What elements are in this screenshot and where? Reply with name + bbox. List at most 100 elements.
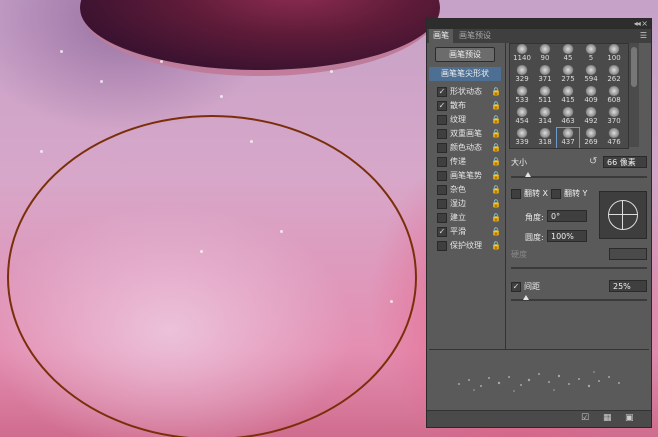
size-label: 大小: [511, 158, 527, 167]
brush-grid-scrollbar[interactable]: [629, 43, 639, 147]
checkbox[interactable]: [437, 198, 447, 209]
option-smoothing[interactable]: ✓ 平滑 🔒: [437, 225, 501, 238]
spacing-slider-knob[interactable]: [523, 295, 529, 300]
checkbox[interactable]: [437, 114, 447, 125]
lock-icon[interactable]: 🔒: [491, 85, 501, 98]
angle-label: 角度:: [525, 213, 544, 222]
lock-icon[interactable]: 🔒: [491, 99, 501, 112]
option-noise[interactable]: 杂色 🔒: [437, 183, 501, 196]
roundness-field[interactable]: 100%: [547, 230, 587, 242]
option-transfer[interactable]: 传递 🔒: [437, 155, 501, 168]
grid-view-icon[interactable]: ▦: [603, 413, 612, 423]
brush-tip[interactable]: 45: [557, 44, 579, 64]
checkbox[interactable]: ✓: [437, 226, 447, 237]
lock-icon[interactable]: 🔒: [491, 197, 501, 210]
angle-field[interactable]: 0°: [547, 210, 587, 222]
lock-icon[interactable]: 🔒: [491, 183, 501, 196]
option-wet-edges[interactable]: 湿边 🔒: [437, 197, 501, 210]
brush-tip[interactable]: 371: [534, 65, 556, 85]
checkbox[interactable]: ✓: [437, 100, 447, 111]
panel-menu-icon[interactable]: ☰: [640, 29, 647, 43]
brush-tip[interactable]: 262: [603, 65, 625, 85]
brush-tip[interactable]: 492: [580, 107, 602, 127]
flip-y-toggle[interactable]: 翻转 Y: [551, 188, 587, 199]
option-shape-dynamics[interactable]: ✓ 形状动态 🔒: [437, 85, 501, 98]
panel-bottom-bar: ☑ ▦ ▣: [427, 410, 651, 427]
panel-tabs: 画笔 画笔预设 ☰: [427, 29, 651, 43]
angle-roundness-widget[interactable]: [599, 191, 647, 239]
brush-tip[interactable]: 100: [603, 44, 625, 64]
checkbox[interactable]: [437, 156, 447, 167]
reset-size-icon[interactable]: ↺: [589, 156, 597, 167]
brush-tip[interactable]: 511: [534, 86, 556, 106]
brush-tip[interactable]: 415: [557, 86, 579, 106]
brush-tip[interactable]: 339: [511, 128, 533, 148]
scroll-thumb[interactable]: [631, 47, 637, 87]
checkbox[interactable]: ✓: [437, 86, 447, 97]
checkbox[interactable]: [437, 170, 447, 181]
lock-icon[interactable]: 🔒: [491, 127, 501, 140]
options-column: 画笔预设 画笔笔尖形状 ✓ 形状动态 🔒 ✓ 散布 🔒 纹理 🔒 双重画笔 🔒 颜色动态 🔒 …: [427, 43, 505, 397]
panel-top-strip[interactable]: ◂◂ ×: [427, 19, 651, 29]
lock-icon[interactable]: 🔒: [491, 239, 501, 252]
spacing-slider[interactable]: [511, 299, 647, 301]
brush-tip[interactable]: 370: [603, 107, 625, 127]
checkbox[interactable]: [551, 188, 561, 199]
brush-tip[interactable]: 454: [511, 107, 533, 127]
lock-icon[interactable]: 🔒: [491, 113, 501, 126]
flip-x-toggle[interactable]: 翻转 X: [511, 188, 548, 199]
new-brush-icon[interactable]: ▣: [625, 413, 634, 423]
brush-tip[interactable]: 329: [511, 65, 533, 85]
checkbox[interactable]: [437, 142, 447, 153]
spacing-toggle[interactable]: ✓ 间距: [511, 281, 540, 292]
brush-tip[interactable]: 318: [534, 128, 556, 148]
lock-icon[interactable]: 🔒: [491, 169, 501, 182]
brush-tip[interactable]: 463: [557, 107, 579, 127]
checkbox[interactable]: [437, 184, 447, 195]
collapse-icon[interactable]: ◂◂ ×: [634, 19, 648, 29]
size-slider[interactable]: [511, 176, 647, 178]
brush-panel: ◂◂ × 画笔 画笔预设 ☰ 画笔预设 画笔笔尖形状 ✓ 形状动态 🔒 ✓ 散布 🔒 纹…: [426, 18, 652, 428]
option-brush-pose[interactable]: 画笔笔势 🔒: [437, 169, 501, 182]
checkbox[interactable]: [437, 128, 447, 139]
hardness-field[interactable]: [609, 248, 647, 260]
brush-tip[interactable]: 533: [511, 86, 533, 106]
lock-icon[interactable]: 🔒: [491, 211, 501, 224]
size-slider-knob[interactable]: [525, 172, 531, 177]
brush-tip[interactable]: 476: [603, 128, 625, 148]
roundness-label: 圆度:: [525, 233, 544, 242]
checkbox[interactable]: [437, 240, 447, 251]
brush-tip[interactable]: 314: [534, 107, 556, 127]
option-texture[interactable]: 纹理 🔒: [437, 113, 501, 126]
option-build-up[interactable]: 建立 🔒: [437, 211, 501, 224]
brush-tip[interactable]: 275: [557, 65, 579, 85]
brush-tip[interactable]: 90: [534, 44, 556, 64]
brush-tip[interactable]: 269: [580, 128, 602, 148]
checkbox[interactable]: [511, 188, 521, 199]
brush-tip[interactable]: 5: [580, 44, 602, 64]
brush-tip[interactable]: 608: [603, 86, 625, 106]
size-field[interactable]: 66 像素: [603, 156, 647, 168]
spacing-field[interactable]: 25%: [609, 280, 647, 292]
hardness-slider[interactable]: [511, 267, 647, 269]
tab-brush[interactable]: 画笔: [429, 29, 453, 43]
lock-icon[interactable]: 🔒: [491, 141, 501, 154]
lock-icon[interactable]: 🔒: [491, 155, 501, 168]
toggle-live-tip-icon[interactable]: ☑: [581, 413, 589, 423]
brush-tip-selected[interactable]: 437: [556, 127, 580, 148]
option-scattering[interactable]: ✓ 散布 🔒: [437, 99, 501, 112]
brush-tip[interactable]: 409: [580, 86, 602, 106]
option-dual-brush[interactable]: 双重画笔 🔒: [437, 127, 501, 140]
checkbox[interactable]: ✓: [511, 281, 521, 292]
checkbox[interactable]: [437, 212, 447, 223]
brush-presets-button[interactable]: 画笔预设: [435, 47, 495, 62]
brush-tip[interactable]: 1140: [511, 44, 533, 64]
lock-icon[interactable]: 🔒: [491, 225, 501, 238]
option-protect-texture[interactable]: 保护纹理 🔒: [437, 239, 501, 252]
brush-tip-grid[interactable]: 1140 90 45 5 100 329 371 275 594 262 533…: [509, 43, 629, 149]
brush-tip[interactable]: 594: [580, 65, 602, 85]
option-color-dynamics[interactable]: 颜色动态 🔒: [437, 141, 501, 154]
brush-tip-shape-item[interactable]: 画笔笔尖形状: [429, 67, 501, 81]
tab-brush-presets[interactable]: 画笔预设: [455, 29, 495, 43]
brush-stroke-preview: [429, 349, 649, 410]
